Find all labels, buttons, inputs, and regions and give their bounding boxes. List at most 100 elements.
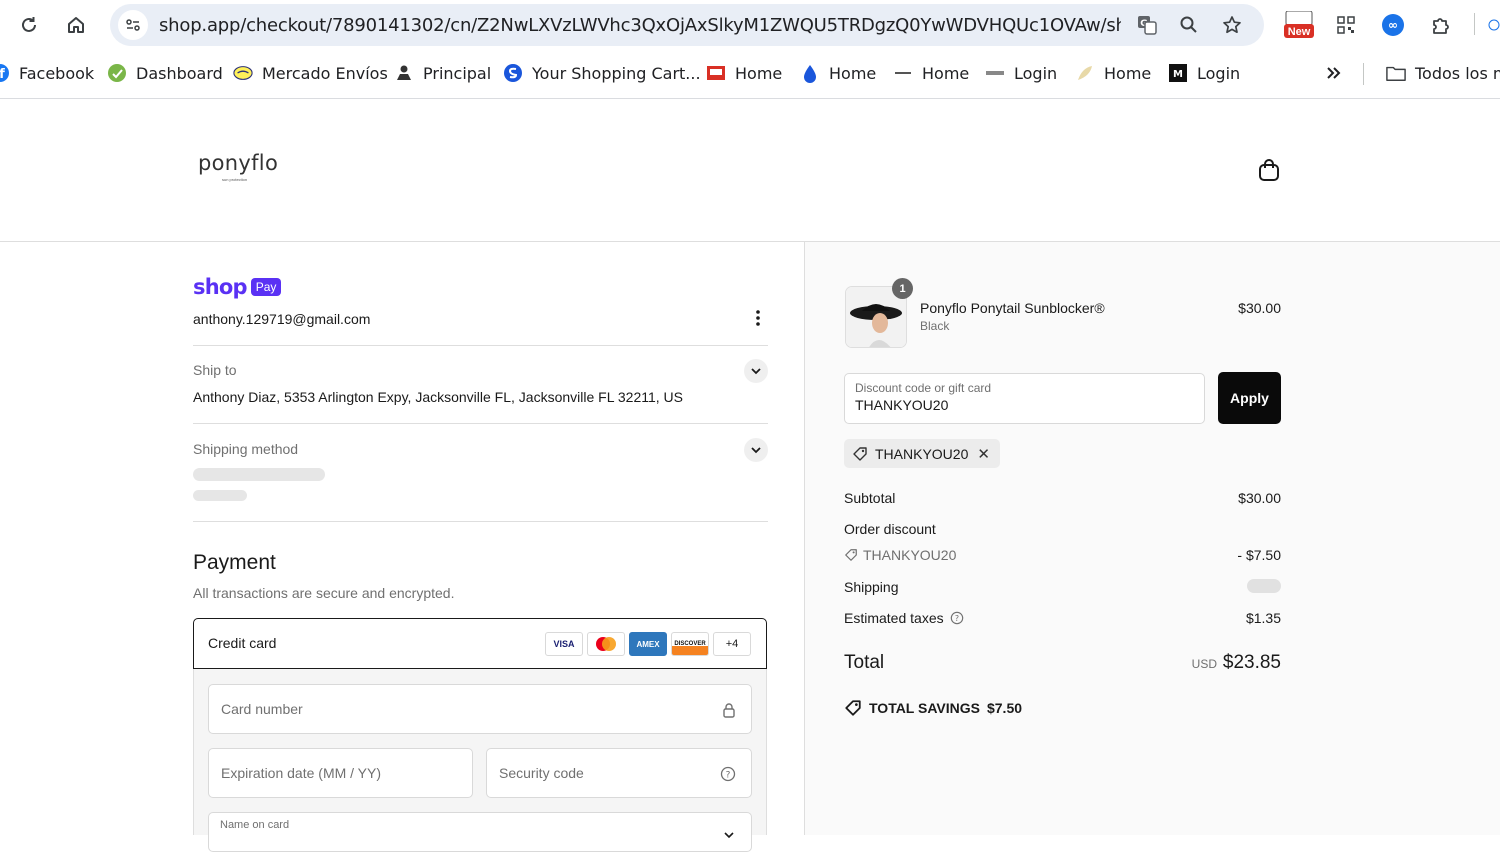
browser-toolbar: shop.app/checkout/7890141302/cn/Z2NwLXVz… [0,0,1500,50]
svg-text:f: f [0,67,5,82]
tag-icon [852,446,868,462]
folder-icon [1386,63,1406,83]
credit-card-fields: Card number Expiration date (MM / YY) Se… [193,669,767,852]
more-bookmarks-chevron-icon[interactable] [1324,62,1342,84]
bookmark-principal[interactable]: Principal [394,62,491,84]
applied-discount-code: THANKYOU20 [875,445,969,462]
bookmark-home-3[interactable]: Home [893,62,969,84]
store-logo-tagline: sun protection [222,177,248,182]
site-info-icon[interactable] [118,10,148,40]
bookmark-facebook[interactable]: f Facebook [0,62,94,84]
section-divider [193,423,768,424]
discover-logo: DISCOVER [671,632,709,656]
mastercard-logo-icon [587,632,625,656]
expiration-date-field[interactable]: Expiration date (MM / YY) [208,748,473,798]
store-header: ponyflo sun protection [0,100,1500,242]
extensions-puzzle-icon[interactable] [1428,12,1454,38]
bookmark-home-4[interactable]: Home [1075,62,1151,84]
name-on-card-field[interactable]: Name on card [208,812,752,852]
discount-code-input[interactable]: Discount code or gift card THANKYOU20 [844,373,1205,424]
translate-icon[interactable]: G [1135,13,1159,37]
qr-extension-icon[interactable] [1333,12,1359,38]
bookmark-label: Home [1104,63,1152,83]
help-question-icon[interactable]: ? [718,764,738,784]
checkout-form: shop Pay anthony.129719@gmail.com Ship t… [0,242,805,852]
bookmark-folder-all[interactable]: Todos los m [1386,62,1500,84]
payment-title: Payment [193,551,276,574]
savings-tag-icon [844,699,862,717]
facebook-icon: f [0,63,10,83]
order-discount-label: Order discount [844,521,936,537]
more-brands-badge: +4 [713,632,751,656]
shopping-bag-icon[interactable] [1258,158,1280,182]
subtotal-label: Subtotal [844,490,896,506]
card-number-field[interactable]: Card number [208,684,752,734]
section-divider [193,345,768,346]
credit-card-label: Credit card [208,635,277,651]
subtotal-value: $30.00 [1238,490,1281,506]
order-discount-code: THANKYOU20 [863,547,957,563]
estimated-taxes-value: $1.35 [1245,610,1281,626]
shop-pay-logo: shop Pay [193,275,282,299]
bookmark-home-1[interactable]: Home [706,62,782,84]
discount-code-value: THANKYOU20 [855,397,949,413]
apply-discount-button[interactable]: Apply [1218,372,1281,424]
bookmark-login-1[interactable]: Login [985,62,1057,84]
product-name: Ponyflo Ponytail Sunblocker® [920,300,1105,316]
address-bar[interactable]: shop.app/checkout/7890141302/cn/Z2NwLXVz… [110,4,1264,46]
bookmark-login-2[interactable]: M Login [1168,62,1240,84]
bookmark-label: Mercado Envíos [262,63,388,83]
ship-to-label: Ship to [193,362,237,378]
bookmark-folder-label: Todos los m [1415,63,1500,83]
extension-new-icon[interactable]: New [1284,11,1314,38]
shipping-loading-skeleton [1247,579,1281,593]
product-price: $30.00 [1238,300,1281,316]
payment-subtitle: All transactions are secure and encrypte… [193,585,455,601]
bookmarks-bar: f Facebook Dashboard Mercado Envíos Prin… [0,50,1500,99]
chevron-down-icon [719,825,739,845]
shipping-method-expand-chevron-icon[interactable] [744,438,768,462]
bookmark-label: Login [1197,63,1241,83]
amex-logo: AMEX [629,632,667,656]
url-text[interactable]: shop.app/checkout/7890141302/cn/Z2NwLXVz… [159,15,1121,36]
ship-to-address: Anthony Diaz, 5353 Arlington Expy, Jacks… [193,389,683,405]
estimated-taxes-row: Estimated taxes ? [844,610,964,626]
shipping-method-loading-skeleton [193,490,247,501]
dashboard-icon [107,63,127,83]
svg-text:M: M [1173,69,1183,80]
bookmark-dashboard[interactable]: Dashboard [107,62,223,84]
lock-icon [719,700,739,720]
shop-pay-word: shop [193,275,248,299]
home-icon[interactable] [63,12,89,38]
zoom-icon[interactable] [1177,13,1201,37]
remove-discount-close-icon[interactable]: ✕ [977,445,990,463]
section-divider [193,521,768,522]
reload-icon[interactable] [16,12,42,38]
bookmark-label: Your Shopping Cart... [532,63,701,83]
visa-logo: VISA [545,632,583,656]
svg-text:?: ? [955,614,959,623]
account-email: anthony.129719@gmail.com [193,311,371,327]
info-question-icon[interactable]: ? [950,611,964,625]
drop-icon [800,63,820,83]
ship-to-expand-chevron-icon[interactable] [744,359,768,383]
feather-icon [1075,63,1095,83]
more-options-icon[interactable] [748,308,768,328]
security-code-field[interactable]: Security code ? [486,748,752,798]
bookmark-star-icon[interactable] [1220,13,1244,37]
bookmark-shopping-cart[interactable]: Your Shopping Cart... [503,62,701,84]
bookmarks-separator [1363,63,1364,85]
profile-avatar-icon[interactable] [1488,12,1500,38]
infinity-extension-icon[interactable]: ∞ [1380,12,1406,38]
security-code-placeholder: Security code [499,765,584,781]
credit-card-option[interactable]: Credit card VISA AMEX DISCOVER +4 [193,618,767,669]
bookmark-home-2[interactable]: Home [800,62,876,84]
total-savings-label: TOTAL SAVINGS [869,700,980,716]
bookmark-label: Principal [423,63,492,83]
applied-discount-chip: THANKYOU20 ✕ [844,439,1000,468]
bookmark-label: Home [922,63,970,83]
store-logo[interactable]: ponyflo [198,151,278,175]
quantity-badge: 1 [892,278,913,299]
card-number-placeholder: Card number [221,701,303,717]
bookmark-mercado-envios[interactable]: Mercado Envíos [233,62,388,84]
